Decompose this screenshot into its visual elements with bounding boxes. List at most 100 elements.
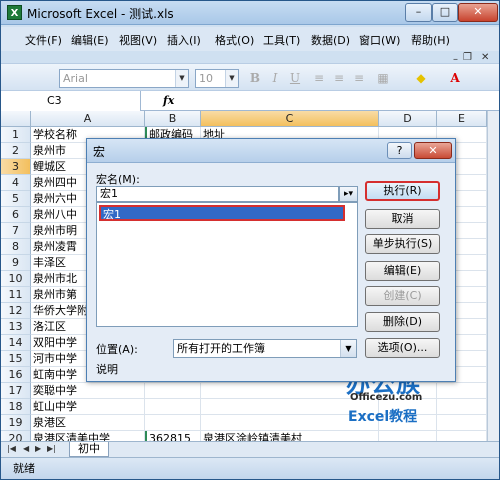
menu-bar: 文件(F) 编辑(E) 视图(V) 插入(I) 格式(O) 工具(T) 数据(D… (1, 27, 499, 65)
font-name-combo[interactable]: Arial ▼ (59, 69, 189, 88)
doc-close-button[interactable]: ✕ (481, 52, 489, 63)
first-sheet-button[interactable]: |◀ (7, 444, 16, 453)
help-button[interactable]: ? (387, 142, 412, 159)
underline-button[interactable]: U (287, 70, 303, 86)
vertical-scrollbar[interactable] (487, 111, 499, 453)
row-header[interactable]: 17 (1, 383, 31, 399)
create-button: 创建(C) (365, 286, 440, 306)
doc-restore-button[interactable]: ❐ (463, 52, 472, 63)
table-cell[interactable] (145, 399, 201, 415)
next-sheet-button[interactable]: ▶ (35, 444, 41, 453)
fill-color-icon[interactable]: ◆ (413, 70, 429, 86)
status-bar: 就绪 (1, 457, 499, 479)
column-header[interactable]: E (437, 111, 487, 127)
chevron-down-icon[interactable]: ▼ (225, 70, 238, 87)
row-header[interactable]: 3 (1, 159, 31, 175)
minimize-button[interactable]: – (405, 3, 432, 22)
row-header[interactable]: 6 (1, 207, 31, 223)
description-label: 说明 (96, 363, 118, 376)
column-header[interactable]: D (379, 111, 437, 127)
row-header[interactable]: 14 (1, 335, 31, 351)
list-item[interactable]: 宏1 (99, 205, 345, 221)
row-header[interactable]: 18 (1, 399, 31, 415)
window-title: Microsoft Excel - 测试.xls (27, 7, 174, 21)
row-header[interactable]: 11 (1, 287, 31, 303)
row-header[interactable]: 15 (1, 351, 31, 367)
row-header[interactable]: 10 (1, 271, 31, 287)
chevron-down-icon[interactable]: ▼ (340, 340, 356, 357)
column-header[interactable]: C (201, 111, 379, 127)
menu-format[interactable]: 格式(O) (215, 32, 254, 48)
macro-name-label: 宏名(M): (96, 173, 140, 186)
dialog-close-button[interactable]: ✕ (414, 142, 452, 159)
location-value: 所有打开的工作簿 (177, 342, 265, 355)
menu-view[interactable]: 视图(V) (119, 32, 157, 48)
row-header[interactable]: 5 (1, 191, 31, 207)
delete-button[interactable]: 删除(D) (365, 312, 440, 332)
prev-sheet-button[interactable]: ◀ (23, 444, 29, 453)
step-into-button[interactable]: 单步执行(S) (365, 234, 440, 254)
macro-dialog: 宏 ? ✕ 宏名(M): 宏1 ▸▾ 宏1 执行(R) 取消 单步执行(S) 编… (86, 138, 456, 382)
watermark-caption: Excel教程 (348, 409, 418, 425)
watermark-site: Officezu.com (350, 392, 423, 403)
edit-button[interactable]: 编辑(E) (365, 261, 440, 281)
chevron-down-icon[interactable]: ▼ (175, 70, 188, 87)
maximize-button[interactable]: □ (432, 3, 458, 22)
dialog-title: 宏 (93, 145, 106, 159)
menu-file[interactable]: 文件(F) (25, 32, 62, 48)
table-cell[interactable] (145, 383, 201, 399)
row-header[interactable]: 7 (1, 223, 31, 239)
name-box[interactable]: C3 (1, 91, 141, 111)
options-button[interactable]: 选项(O)... (365, 338, 440, 358)
macro-name-input[interactable]: 宏1 (96, 186, 339, 202)
row-header[interactable]: 12 (1, 303, 31, 319)
close-button[interactable]: ✕ (458, 3, 498, 22)
menu-tools[interactable]: 工具(T) (263, 32, 300, 48)
dialog-title-bar: 宏 ? ✕ (87, 139, 455, 163)
title-bar: X Microsoft Excel - 测试.xls – □ ✕ (1, 1, 499, 25)
font-size-value: 10 (199, 72, 213, 85)
column-header[interactable]: A (31, 111, 145, 127)
location-select[interactable]: 所有打开的工作簿 ▼ (173, 339, 357, 358)
menu-insert[interactable]: 插入(I) (167, 32, 201, 48)
borders-icon[interactable]: ▦ (375, 70, 391, 86)
formula-bar: C3 fx (1, 91, 499, 111)
macro-list[interactable]: 宏1 (96, 202, 358, 327)
table-cell[interactable]: 虹山中学 (31, 399, 145, 415)
table-cell[interactable] (145, 415, 201, 431)
menu-edit[interactable]: 编辑(E) (71, 32, 109, 48)
location-label: 位置(A): (96, 343, 138, 356)
excel-app-icon[interactable]: X (7, 5, 22, 20)
run-button[interactable]: 执行(R) (365, 181, 440, 201)
row-header[interactable]: 13 (1, 319, 31, 335)
sheet-tab-bar: |◀ ◀ ▶ ▶| 初中 (1, 441, 499, 457)
italic-button[interactable]: I (267, 70, 283, 86)
browse-macro-button[interactable]: ▸▾ (339, 186, 358, 202)
last-sheet-button[interactable]: ▶| (47, 444, 56, 453)
table-cell[interactable]: 泉港区 (31, 415, 145, 431)
row-header[interactable]: 1 (1, 127, 31, 143)
align-left-icon[interactable]: ≡ (311, 70, 327, 86)
table-cell[interactable]: 奕聪中学 (31, 383, 145, 399)
row-header[interactable]: 19 (1, 415, 31, 431)
row-header[interactable]: 16 (1, 367, 31, 383)
row-header[interactable]: 8 (1, 239, 31, 255)
column-header[interactable]: B (145, 111, 201, 127)
insert-function-icon[interactable]: fx (163, 94, 174, 107)
align-center-icon[interactable]: ≡ (331, 70, 347, 86)
menu-data[interactable]: 数据(D) (311, 32, 350, 48)
formatting-toolbar: Arial ▼ 10 ▼ B I U ≡ ≡ ≡ ▦ ◆ A (1, 63, 499, 91)
row-header[interactable]: 4 (1, 175, 31, 191)
select-all-corner[interactable] (1, 111, 31, 127)
menu-window[interactable]: 窗口(W) (359, 32, 400, 48)
bold-button[interactable]: B (247, 70, 263, 86)
row-header[interactable]: 2 (1, 143, 31, 159)
font-size-combo[interactable]: 10 ▼ (195, 69, 239, 88)
sheet-tab[interactable]: 初中 (69, 442, 109, 457)
cancel-button[interactable]: 取消 (365, 209, 440, 229)
font-color-icon[interactable]: A (447, 70, 463, 86)
row-header[interactable]: 9 (1, 255, 31, 271)
font-name-value: Arial (63, 72, 88, 85)
menu-help[interactable]: 帮助(H) (411, 32, 450, 48)
align-right-icon[interactable]: ≡ (351, 70, 367, 86)
